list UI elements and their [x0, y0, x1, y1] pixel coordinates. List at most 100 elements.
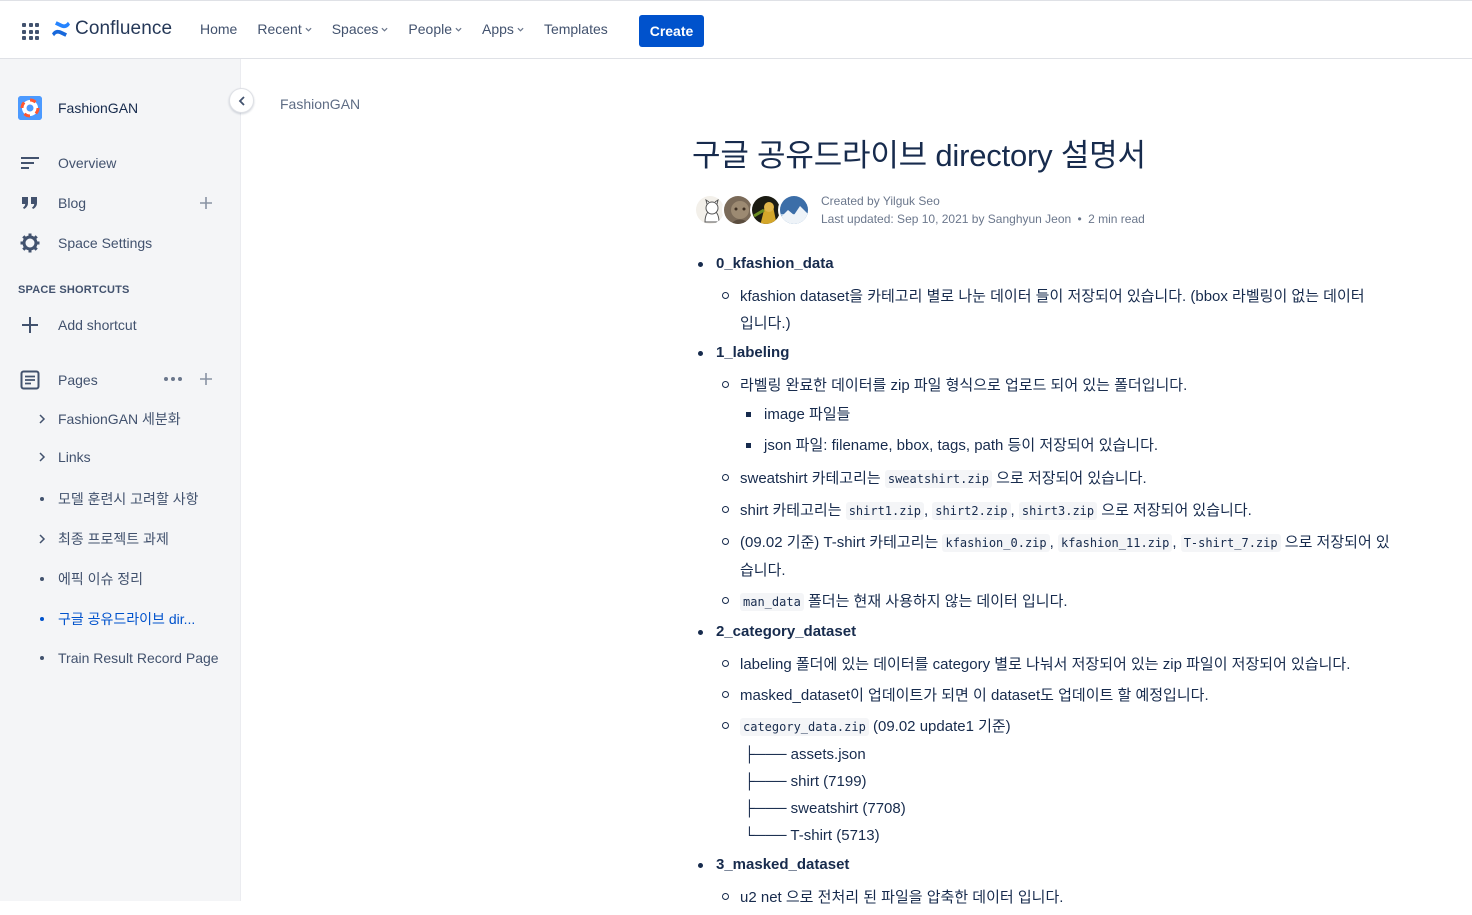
nav-label: Recent — [257, 21, 302, 37]
inline-code: category_data.zip — [740, 718, 869, 736]
avatar[interactable] — [778, 194, 810, 226]
page-tree-item[interactable]: Train Result Record Page — [36, 650, 226, 666]
text-span: , — [1172, 534, 1181, 551]
space-name: FashionGAN — [58, 100, 139, 116]
list-text: u2 net 으로 전처리 된 파일을 압축한 데이터 입니다. — [740, 889, 1064, 906]
app-switcher-icon[interactable] — [22, 23, 39, 40]
text-span: 폴더는 현재 사용하지 않는 데이터 입니다. — [803, 593, 1068, 610]
list-text: labeling 폴더에 있는 데이터를 category 별로 나눠서 저장되… — [740, 656, 1351, 673]
bullet-icon — [36, 617, 48, 621]
section-heading: 0_kfashion_data — [716, 255, 834, 272]
page-tree-item[interactable]: 최종 프로젝트 과제 — [36, 529, 226, 549]
sidebar-item-pages[interactable]: Pages — [18, 368, 98, 392]
text-span: shirt 카테고리는 — [740, 502, 846, 519]
list-item: json 파일: filename, bbox, tags, path 등이 저… — [740, 434, 1452, 465]
chevron-left-icon — [238, 95, 245, 106]
nav-spaces[interactable]: Spaces — [332, 21, 389, 37]
nav-apps[interactable]: Apps — [482, 21, 524, 37]
add-page-icon[interactable] — [199, 372, 213, 386]
chevron-right-icon[interactable] — [36, 452, 48, 462]
sidebar-item-label: Blog — [58, 195, 87, 211]
page-body: 0_kfashion_data kfashion dataset을 카테고리 별… — [692, 252, 1452, 915]
page-tree-label: FashionGAN 세분화 — [58, 411, 181, 427]
list-text: sweatshirt 카테고리는 sweatshirt.zip 으로 저장되어 … — [740, 465, 1452, 497]
chevron-right-icon[interactable] — [36, 534, 48, 544]
text-span: , — [1049, 534, 1058, 551]
add-blog-icon[interactable] — [199, 196, 213, 210]
list-item: 3_masked_dataset u2 net 으로 전처리 된 파일을 압축한… — [692, 853, 1452, 915]
create-button[interactable]: Create — [639, 15, 704, 47]
list-text: (09.02 기준) T-shirt 카테고리는 kfashion_0.zip,… — [740, 529, 1452, 588]
page-tree-label: 구글 공유드라이브 dir... — [58, 611, 196, 627]
sidebar-item-blog[interactable]: Blog — [18, 191, 86, 215]
page-tree-item[interactable]: 에픽 이슈 정리 — [36, 569, 226, 589]
space-avatar-icon — [18, 96, 42, 120]
created-by[interactable]: Created by Yilguk Seo — [821, 192, 1145, 210]
list-text: image 파일들 — [764, 406, 851, 423]
list-text: shirt 카테고리는 shirt1.zip, shirt2.zip, shir… — [740, 497, 1452, 529]
text-span: sweatshirt 카테고리는 — [740, 470, 885, 487]
list-item: sweatshirt 카테고리는 sweatshirt.zip 으로 저장되어 … — [716, 465, 1452, 497]
chevron-down-icon — [305, 27, 312, 32]
nav-recent[interactable]: Recent — [257, 21, 312, 37]
text-span: 으로 저장되어 있습니다. — [1097, 502, 1252, 519]
nav-label: Home — [200, 21, 238, 37]
inline-code: shirt1.zip — [845, 502, 924, 520]
sidebar: FashionGAN Overview Blog Space Settings … — [0, 59, 241, 901]
list-item: man_data 폴더는 현재 사용하지 않는 데이터 입니다. — [716, 588, 1452, 620]
list-text: masked_dataset이 업데이트가 되면 이 dataset도 업데이트… — [740, 687, 1209, 704]
nav-home[interactable]: Home — [200, 21, 237, 37]
list-item: u2 net 으로 전처리 된 파일을 압축한 데이터 입니다. — [716, 884, 1452, 915]
nav-people[interactable]: People — [408, 21, 462, 37]
text-span: 습니다. — [740, 562, 786, 579]
inline-code: shirt3.zip — [1018, 502, 1098, 520]
text-line: 입니다.) — [740, 315, 791, 332]
list-item: image 파일들 — [740, 403, 1452, 434]
page-tree-item[interactable]: 모델 훈련시 고려할 사항 — [36, 489, 226, 509]
chevron-down-icon — [381, 27, 388, 32]
inline-code: man_data — [740, 593, 804, 611]
sidebar-item-space-settings[interactable]: Space Settings — [18, 231, 152, 255]
bullet-icon — [36, 577, 48, 581]
list-text: 라벨링 완료한 데이터를 zip 파일 형식으로 업로드 되어 있는 폴더입니다… — [740, 377, 1188, 394]
page-tree-item[interactable]: Links — [36, 449, 226, 465]
sidebar-item-overview[interactable]: Overview — [18, 151, 116, 175]
add-shortcut-button[interactable]: Add shortcut — [18, 313, 137, 337]
contributors-avatars[interactable] — [694, 194, 810, 226]
more-actions-icon[interactable] — [164, 377, 185, 381]
list-text: category_data.zip (09.02 update1 기준) ├──… — [740, 713, 1452, 853]
page-tree-label: 에픽 이슈 정리 — [58, 571, 144, 587]
section-heading: 3_masked_dataset — [716, 856, 850, 873]
nav-templates[interactable]: Templates — [544, 21, 608, 37]
page-tree-item[interactable]: FashionGAN 세분화 — [36, 409, 226, 429]
chevron-down-icon — [455, 27, 462, 32]
quote-icon — [18, 191, 42, 215]
list-text: json 파일: filename, bbox, tags, path 등이 저… — [764, 437, 1159, 454]
list-item: labeling 폴더에 있는 데이터를 category 별로 나눠서 저장되… — [716, 651, 1452, 682]
pages-icon — [18, 368, 42, 392]
list-item: 1_labeling 라벨링 완료한 데이터를 zip 파일 형식으로 업로드 … — [692, 341, 1452, 620]
space-header[interactable]: FashionGAN — [18, 96, 138, 120]
inline-code: shirt2.zip — [932, 502, 1011, 520]
gear-icon — [18, 231, 42, 255]
list-text: kfashion dataset을 카테고리 별로 나눈 데이터 들이 저장되어… — [740, 283, 1452, 341]
nav-label: People — [408, 21, 453, 37]
nav-label: Templates — [543, 21, 608, 37]
collapse-sidebar-button[interactable] — [229, 88, 254, 113]
page-tree-item-active[interactable]: 구글 공유드라이브 dir... — [36, 609, 226, 629]
list-text: man_data 폴더는 현재 사용하지 않는 데이터 입니다. — [740, 588, 1452, 620]
list-item: 2_category_dataset labeling 폴더에 있는 데이터를 … — [692, 620, 1452, 853]
nav-label: Apps — [482, 21, 514, 37]
text-span: 으로 저장되어 있습니다. — [992, 470, 1147, 487]
file-tree-line: └─── T-shirt (5713) — [744, 827, 880, 844]
bullet-icon — [36, 656, 48, 660]
confluence-logo[interactable]: Confluence — [51, 18, 172, 40]
chevron-right-icon[interactable] — [36, 414, 48, 424]
file-tree-line: ├─── assets.json — [744, 746, 866, 763]
last-updated[interactable]: Last updated: Sep 10, 2021 by Sanghyun J… — [821, 212, 1071, 226]
list-item: (09.02 기준) T-shirt 카테고리는 kfashion_0.zip,… — [716, 529, 1452, 588]
inline-code: kfashion_0.zip — [942, 534, 1050, 552]
page-tree-label: 최종 프로젝트 과제 — [58, 531, 169, 547]
sidebar-item-label: Space Settings — [58, 235, 153, 251]
breadcrumb[interactable]: FashionGAN — [280, 96, 360, 112]
